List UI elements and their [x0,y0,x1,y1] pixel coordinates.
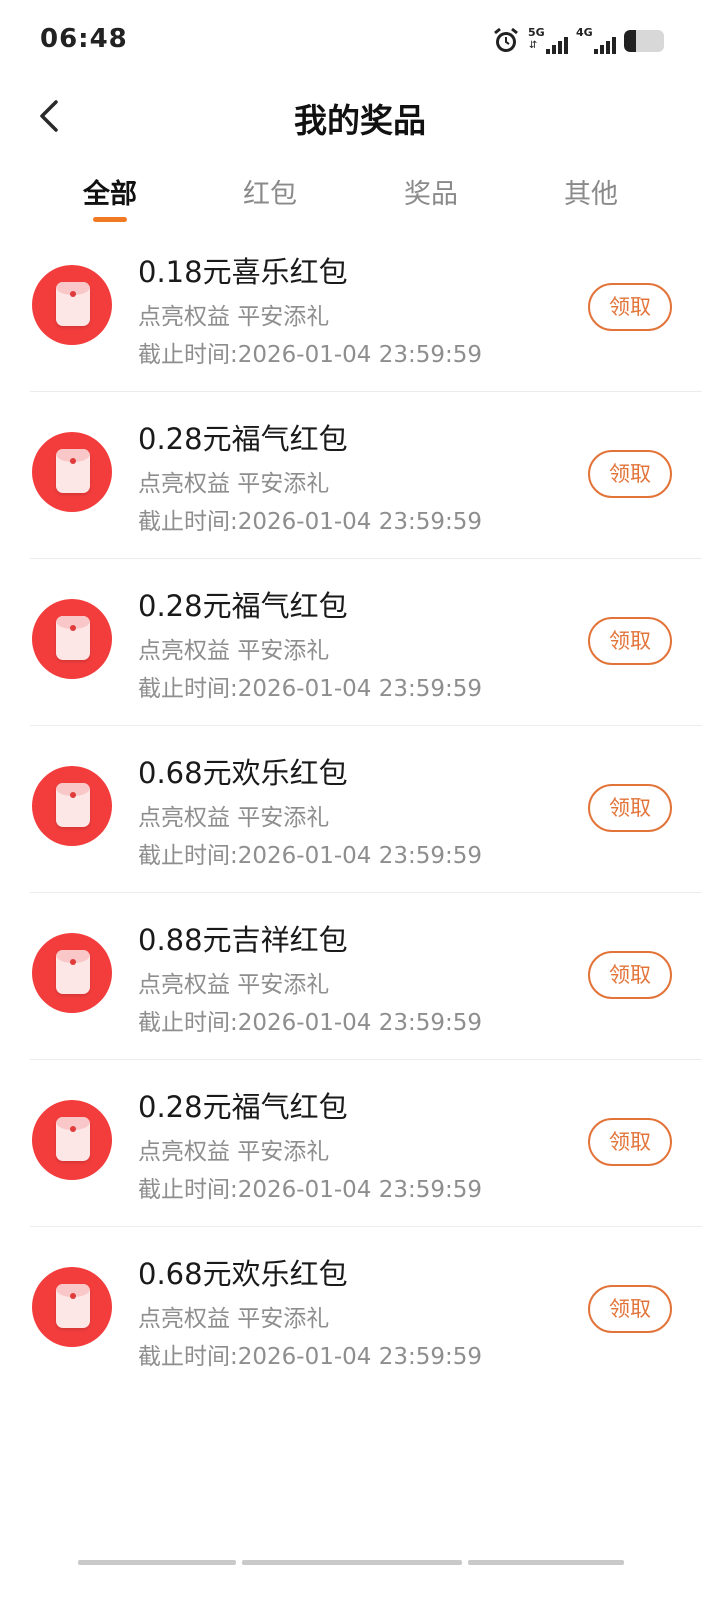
prize-deadline: 截止时间:2026-01-04 23:59:59 [138,843,483,869]
tab-red-packet[interactable]: 红包 [200,172,340,211]
tab-label: 全部 [83,179,137,210]
claim-button[interactable]: 领取 [588,951,672,999]
prize-deadline: 截止时间:2026-01-04 23:59:59 [138,1344,483,1370]
list-item: 0.18元喜乐红包 点亮权益 平安添礼 截止时间:2026-01-04 23:5… [30,225,702,392]
prize-source: 点亮权益 平安添礼 [138,638,330,664]
prize-name: 0.68元欢乐红包 [138,756,348,790]
tab-label: 红包 [243,179,297,210]
claim-button[interactable]: 领取 [588,450,672,498]
net-label-4g: 4G [576,26,593,39]
prize-name: 0.88元吉祥红包 [138,923,348,957]
prize-name: 0.28元福气红包 [138,589,348,623]
list-item: 0.28元福气红包 点亮权益 平安添礼 截止时间:2026-01-04 23:5… [30,1060,702,1227]
claim-button[interactable]: 领取 [588,1118,672,1166]
prize-source: 点亮权益 平安添礼 [138,1306,330,1332]
prize-name: 0.28元福气红包 [138,422,348,456]
red-envelope-icon [32,1267,112,1347]
list-item: 0.28元福气红包 点亮权益 平安添礼 截止时间:2026-01-04 23:5… [30,559,702,726]
signal-bars-icon [546,37,568,54]
signal-bars-icon [594,37,616,54]
status-bar: 06:48 5G ⇵ 4G [0,0,720,80]
battery-icon [624,30,664,52]
tab-prizes[interactable]: 奖品 [361,172,501,211]
prize-source: 点亮权益 平安添礼 [138,972,330,998]
list-item: 0.28元福气红包 点亮权益 平安添礼 截止时间:2026-01-04 23:5… [30,392,702,559]
signal-5g-icon: 5G ⇵ [528,26,568,56]
prize-deadline: 截止时间:2026-01-04 23:59:59 [138,342,483,368]
prize-source: 点亮权益 平安添礼 [138,805,330,831]
red-envelope-icon [32,599,112,679]
red-envelope-icon [32,265,112,345]
list-item: 0.88元吉祥红包 点亮权益 平安添礼 截止时间:2026-01-04 23:5… [30,893,702,1060]
prize-source: 点亮权益 平安添礼 [138,304,330,330]
prize-deadline: 截止时间:2026-01-04 23:59:59 [138,676,483,702]
prize-name: 0.18元喜乐红包 [138,255,348,289]
list-item: 0.68元欢乐红包 点亮权益 平安添礼 截止时间:2026-01-04 23:5… [30,726,702,893]
prize-source: 点亮权益 平安添礼 [138,471,330,497]
prize-list: 0.18元喜乐红包 点亮权益 平安添礼 截止时间:2026-01-04 23:5… [0,225,720,1393]
tab-label: 奖品 [404,179,458,210]
signal-4g-icon: 4G [576,26,616,56]
status-icons: 5G ⇵ 4G [492,24,664,58]
red-envelope-icon [32,766,112,846]
page-title: 我的奖品 [294,101,426,140]
claim-button[interactable]: 领取 [588,784,672,832]
active-tab-indicator [93,217,127,222]
claim-button[interactable]: 领取 [588,1285,672,1333]
status-time: 06:48 [40,24,128,54]
prize-name: 0.68元欢乐红包 [138,1257,348,1291]
claim-button[interactable]: 领取 [588,617,672,665]
navigation-gesture-bar [78,1560,624,1565]
data-arrows-icon: ⇵ [529,40,538,51]
tab-all[interactable]: 全部 [40,172,180,222]
tab-other[interactable]: 其他 [521,172,661,211]
claim-button[interactable]: 领取 [588,283,672,331]
prize-name: 0.28元福气红包 [138,1090,348,1124]
net-label-5g: 5G [528,26,545,39]
red-envelope-icon [32,933,112,1013]
prize-deadline: 截止时间:2026-01-04 23:59:59 [138,1177,483,1203]
list-item: 0.68元欢乐红包 点亮权益 平安添礼 截止时间:2026-01-04 23:5… [30,1227,702,1393]
red-envelope-icon [32,432,112,512]
alarm-clock-icon [494,27,518,52]
prize-deadline: 截止时间:2026-01-04 23:59:59 [138,509,483,535]
prize-source: 点亮权益 平安添礼 [138,1139,330,1165]
prize-deadline: 截止时间:2026-01-04 23:59:59 [138,1010,483,1036]
tab-label: 其他 [564,179,618,210]
tab-bar: 全部 红包 奖品 其他 [0,160,720,230]
red-envelope-icon [32,1100,112,1180]
page-header: 我的奖品 [0,80,720,152]
